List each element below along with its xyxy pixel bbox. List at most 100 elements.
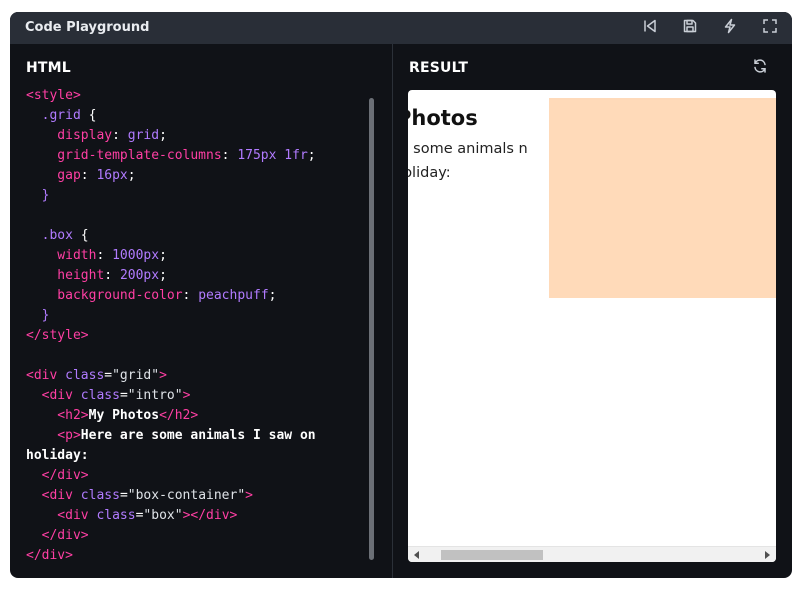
code-line: } (26, 306, 356, 326)
code-line (26, 346, 356, 366)
code-editor[interactable]: <style> .grid { display: grid; grid-temp… (26, 86, 356, 566)
code-token: </h2> (159, 408, 199, 423)
code-line: holiday: (26, 446, 356, 466)
code-token: : (104, 268, 120, 283)
code-token: = (119, 488, 128, 503)
code-token: > (245, 488, 253, 503)
pane-divider[interactable] (392, 44, 393, 578)
code-token: : (182, 288, 199, 303)
code-token: : (221, 148, 238, 163)
code-token: : (96, 248, 113, 263)
code-token: ; (159, 248, 167, 263)
reset-button[interactable] (640, 18, 660, 38)
code-token: </style> (26, 328, 89, 343)
code-token: <div (26, 388, 81, 403)
code-line: background-color: peachpuff; (26, 286, 356, 306)
scroll-right-arrow-icon[interactable] (765, 551, 770, 559)
preview-box (549, 98, 776, 298)
code-token: background-color (26, 288, 183, 303)
code-line: <div class="intro"> (26, 386, 356, 406)
code-line: </div> (26, 466, 356, 486)
code-line: width: 1000px; (26, 246, 356, 266)
code-token: <style> (26, 88, 81, 103)
code-token: width (26, 248, 97, 263)
code-line: <p>Here are some animals I saw on (26, 426, 356, 446)
code-token: <p> (26, 428, 81, 443)
code-token: ; (159, 268, 167, 283)
code-line: <div class="box-container"> (26, 486, 356, 506)
code-token: </div> (26, 528, 89, 543)
code-token: 200px (119, 268, 160, 283)
code-token: <div (26, 488, 81, 503)
run-button[interactable] (720, 18, 740, 38)
save-icon (682, 18, 698, 39)
code-line: </div> (26, 526, 356, 546)
code-token: grid-template-columns (26, 148, 222, 163)
code-line: </div> (26, 546, 356, 566)
code-line: <div class="grid"> (26, 366, 356, 386)
code-token: "box-container" (127, 488, 246, 503)
code-line: grid-template-columns: 175px 1fr; (26, 146, 356, 166)
code-line: } (26, 186, 356, 206)
code-token: = (104, 368, 113, 383)
code-token: > (159, 368, 167, 383)
code-token: .box (26, 228, 81, 243)
code-token: = (119, 388, 128, 403)
code-token: "box" (143, 508, 183, 523)
code-token: <div (26, 368, 66, 383)
code-line: <div class="box"></div> (26, 506, 356, 526)
code-token: grid (127, 128, 160, 143)
preview-horizontal-scrollbar[interactable] (408, 546, 776, 562)
code-token: : (112, 128, 128, 143)
code-token: } (26, 188, 50, 203)
code-token: ; (159, 128, 167, 143)
result-preview[interactable]: Photos re some animals n holiday: (408, 90, 776, 562)
code-token: ; (307, 148, 316, 163)
code-token: class (96, 508, 136, 523)
lightning-icon (722, 18, 738, 39)
code-line: gap: 16px; (26, 166, 356, 186)
code-token: class (80, 488, 120, 503)
refresh-icon (752, 58, 768, 79)
code-line: .box { (26, 226, 356, 246)
code-token: peachpuff (198, 288, 269, 303)
refresh-button[interactable] (750, 58, 770, 78)
code-token: "intro" (127, 388, 183, 403)
code-token: gap (26, 168, 81, 183)
result-content: Photos re some animals n holiday: (408, 90, 776, 546)
code-line: <style> (26, 86, 356, 106)
code-token: display (26, 128, 113, 143)
code-token: class (80, 388, 120, 403)
code-token: 175px 1fr (237, 148, 308, 163)
code-token: { (88, 108, 97, 123)
skip-back-icon (642, 18, 658, 39)
preview-heading: Photos (408, 106, 478, 130)
editor-scrollbar[interactable] (369, 98, 374, 560)
code-token: ; (268, 288, 277, 303)
save-button[interactable] (680, 18, 700, 38)
code-token: <div (26, 508, 97, 523)
code-token: height (26, 268, 105, 283)
code-token: My Photos (88, 408, 160, 423)
fullscreen-button[interactable] (760, 18, 780, 38)
code-token: 1000px (112, 248, 160, 263)
code-line (26, 206, 356, 226)
code-line: <h2>My Photos</h2> (26, 406, 356, 426)
code-line: height: 200px; (26, 266, 356, 286)
code-token: > (182, 388, 191, 403)
scrollbar-thumb[interactable] (441, 550, 543, 560)
scroll-left-arrow-icon[interactable] (414, 551, 419, 559)
code-token: </div> (26, 468, 89, 483)
fullscreen-icon (762, 18, 778, 39)
code-token: <h2> (26, 408, 89, 423)
editor-title: HTML (26, 60, 71, 76)
code-token: "grid" (112, 368, 160, 383)
code-line: display: grid; (26, 126, 356, 146)
code-playground: Code Playground HTML <style> .grid {dis… (10, 12, 792, 578)
code-token: { (80, 228, 89, 243)
code-line: </style> (26, 326, 356, 346)
code-line: .grid { (26, 106, 356, 126)
preview-paragraph: re some animals n holiday: (408, 141, 528, 181)
